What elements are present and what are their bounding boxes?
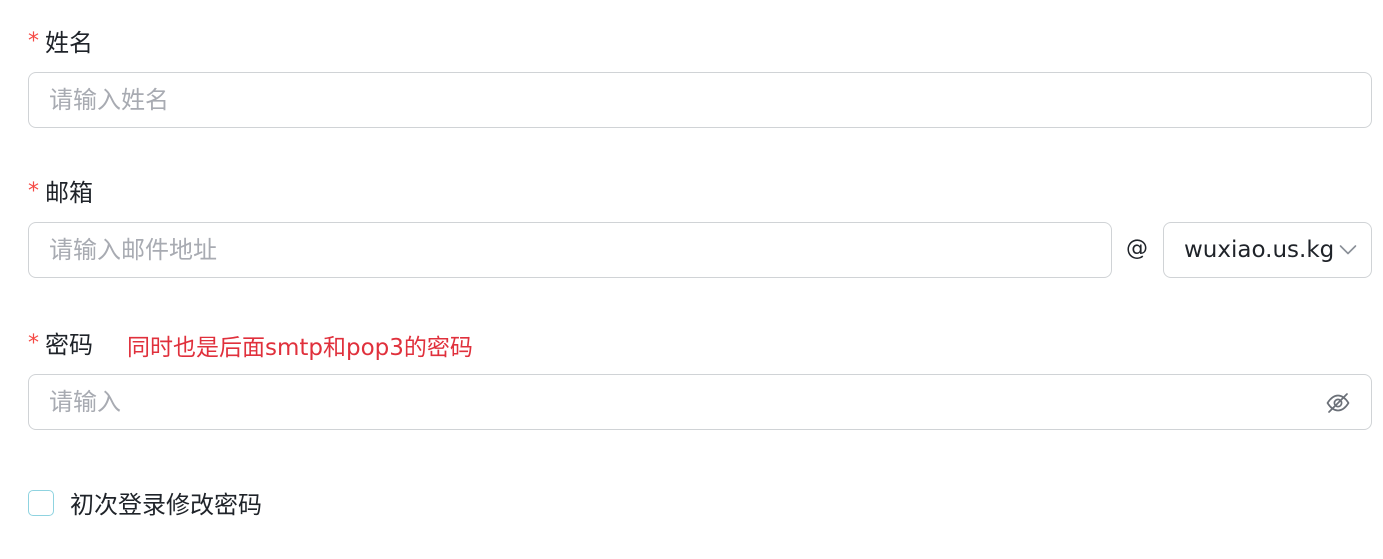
email-label-row: * 邮箱: [28, 174, 93, 207]
password-note: 同时也是后面smtp和pop3的密码: [127, 335, 473, 361]
domain-select[interactable]: wuxiao.us.kg: [1163, 222, 1372, 278]
required-mark: *: [28, 179, 39, 204]
password-input[interactable]: [29, 375, 1371, 429]
email-label: 邮箱: [45, 178, 93, 207]
required-mark: *: [28, 29, 39, 54]
email-field[interactable]: [28, 222, 1112, 278]
name-label: 姓名: [45, 28, 93, 57]
password-label-row: * 密码 同时也是后面smtp和pop3的密码: [28, 326, 473, 362]
domain-select-value: wuxiao.us.kg: [1184, 237, 1335, 263]
eye-off-icon[interactable]: [1325, 390, 1351, 416]
first-login-change-password-option[interactable]: 初次登录修改密码: [28, 485, 262, 520]
name-field[interactable]: [28, 72, 1372, 128]
name-input[interactable]: [29, 73, 1371, 127]
required-mark: *: [28, 331, 39, 356]
password-field[interactable]: [28, 374, 1372, 430]
first-login-checkbox-label: 初次登录修改密码: [70, 491, 262, 519]
user-form: * 姓名 * 邮箱 @ wuxiao.us.kg * 密码 同时也是后面smtp…: [0, 0, 1383, 559]
first-login-checkbox[interactable]: [28, 489, 54, 516]
password-label: 密码: [45, 330, 93, 359]
name-label-row: * 姓名: [28, 24, 93, 57]
at-symbol: @: [1126, 236, 1148, 261]
email-input[interactable]: [29, 223, 1111, 277]
chevron-down-icon: [1339, 241, 1357, 260]
